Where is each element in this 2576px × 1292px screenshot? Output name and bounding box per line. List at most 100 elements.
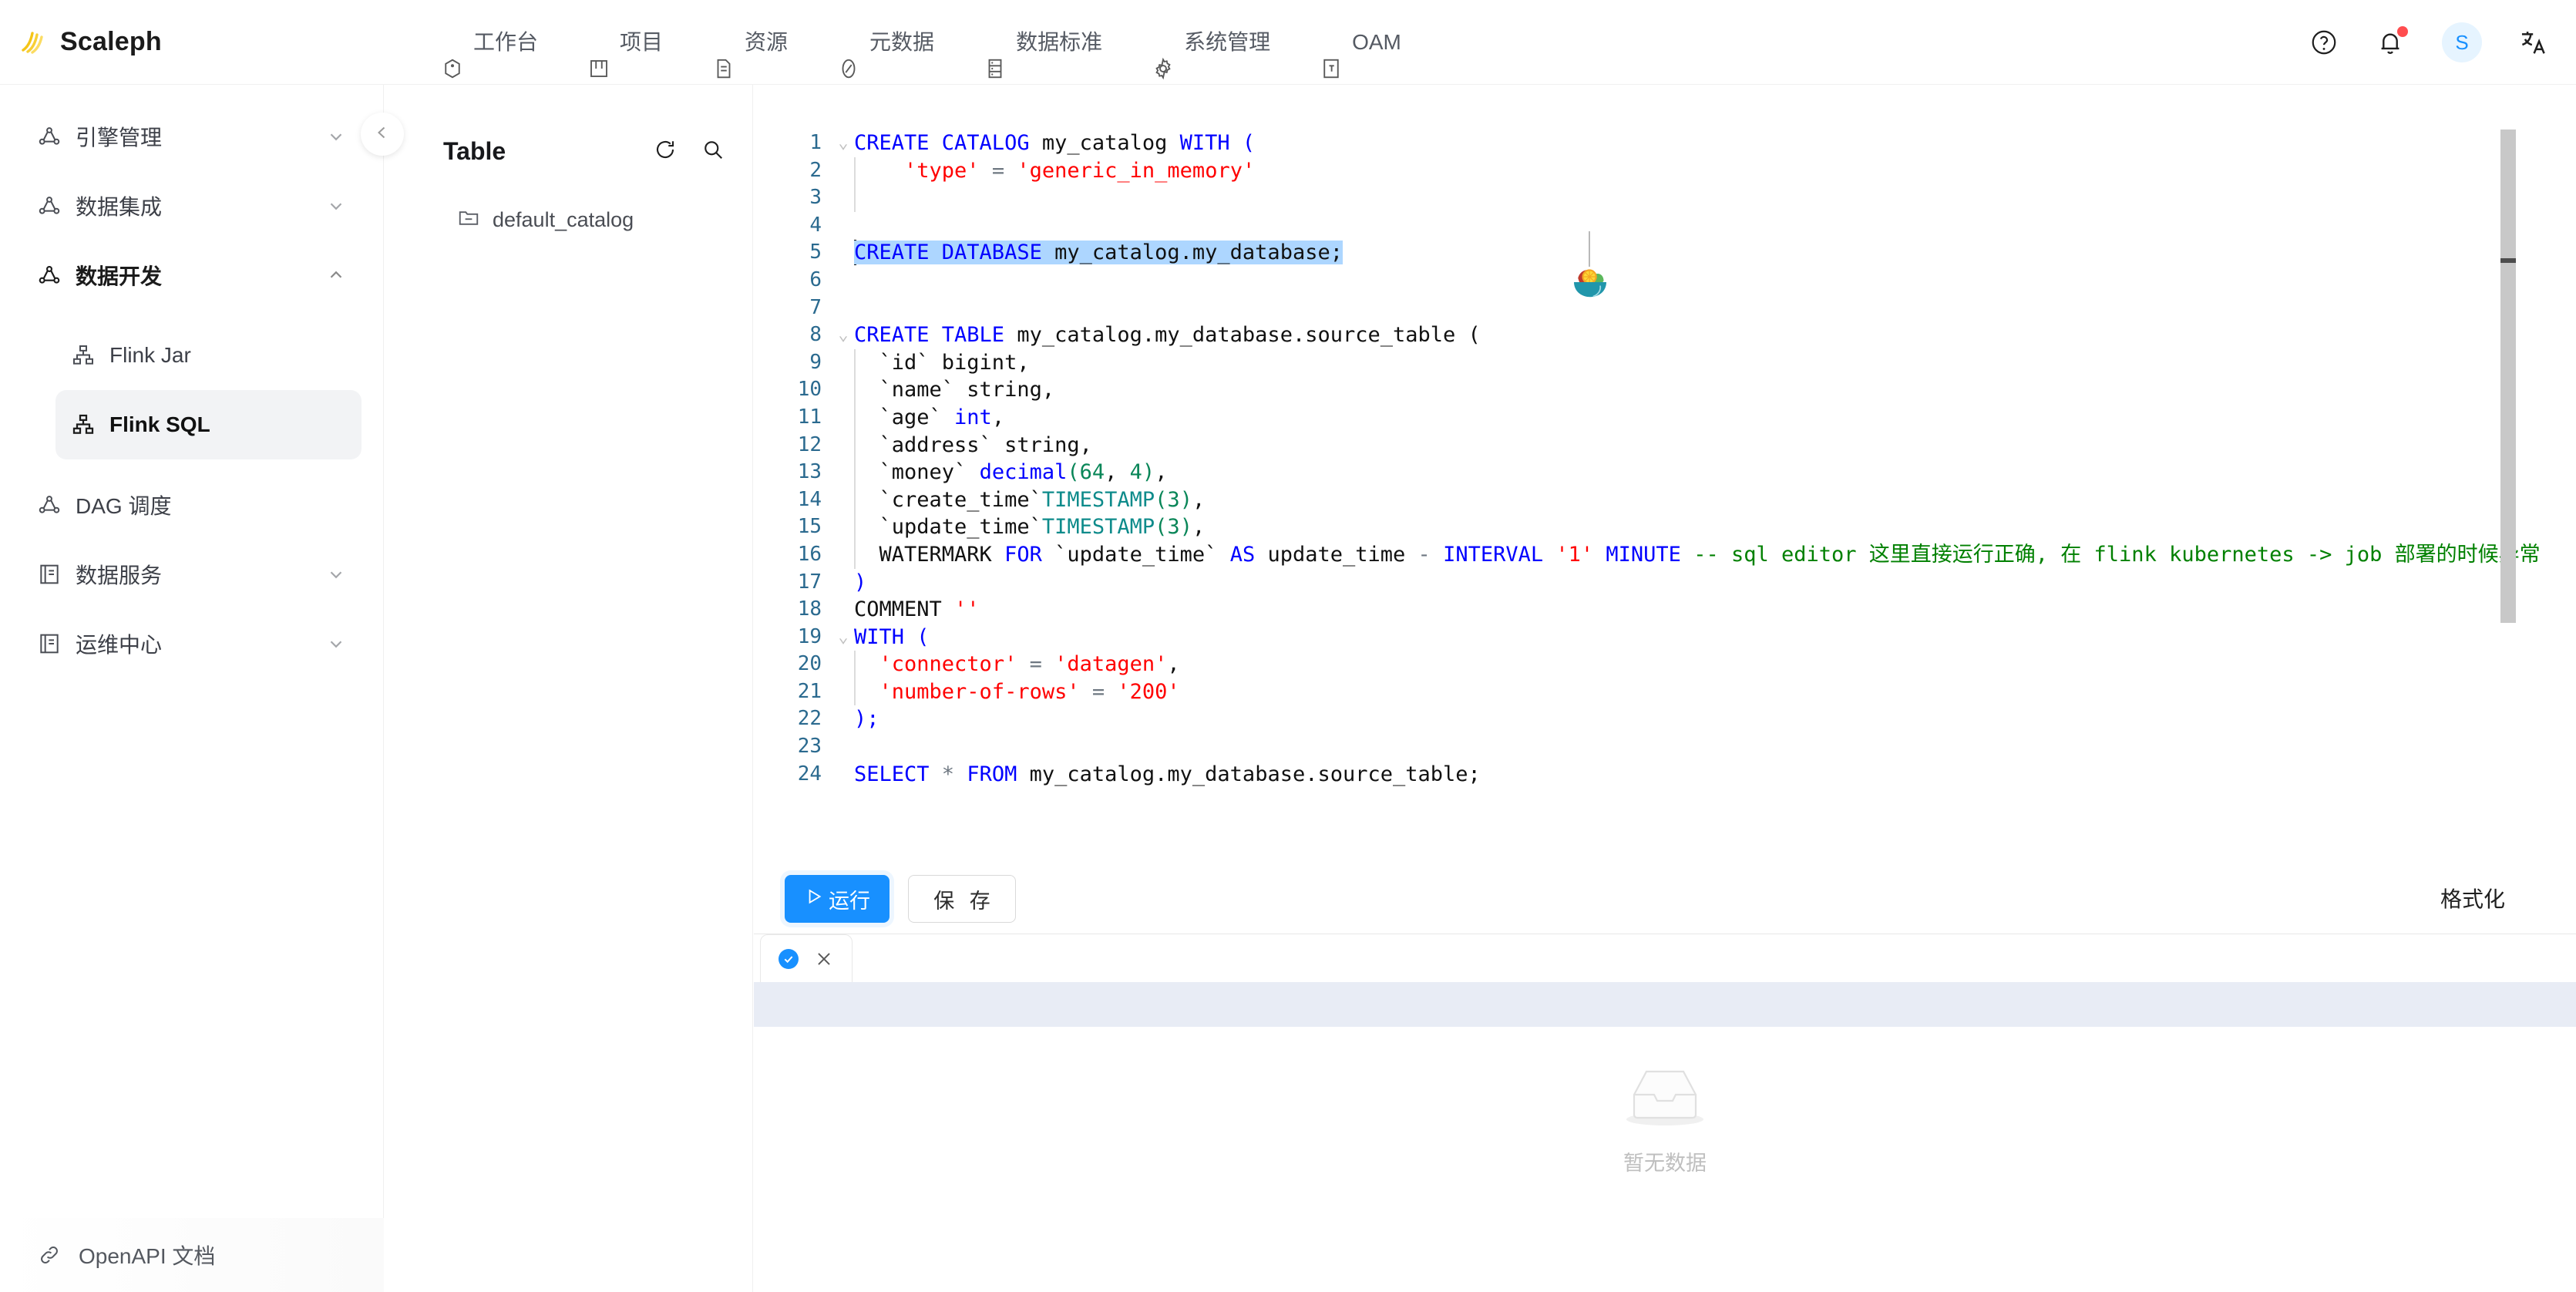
nav-item-project[interactable]: 项目: [563, 0, 688, 85]
editor-vertical-scrollbar[interactable]: [2500, 130, 2516, 623]
code-text[interactable]: SELECT * FROM my_catalog.my_database.sou…: [854, 761, 1481, 789]
code-line[interactable]: 13 `money` decimal(64, 4),: [754, 459, 2576, 486]
nav-item-oam[interactable]: OAM: [1295, 0, 1426, 85]
code-line[interactable]: 8 ⌄ CREATE TABLE my_catalog.my_database.so…: [754, 321, 2576, 349]
sidebar-item-data-integration[interactable]: 数据集成: [22, 171, 362, 241]
code-token: (: [1067, 460, 1080, 485]
code-line[interactable]: 1 ⌄ CREATE CATALOG my_catalog WITH (: [754, 130, 2576, 157]
indent-guide: [854, 184, 856, 212]
code-line[interactable]: 22);: [754, 705, 2576, 733]
code-text[interactable]: WATERMARK FOR `update_time` AS update_ti…: [854, 541, 2541, 569]
code-text[interactable]: CREATE TABLE my_catalog.my_database.sour…: [854, 321, 1481, 349]
close-icon[interactable]: [814, 949, 834, 969]
code-line[interactable]: 21 'number-of-rows' = '200': [754, 678, 2576, 706]
sidebar-item-engine-manage[interactable]: 引擎管理: [22, 102, 362, 171]
line-number: 12: [797, 432, 822, 456]
code-line[interactable]: 6: [754, 267, 2576, 294]
code-token: MINUTE: [1606, 542, 1694, 567]
chevron-left-icon: [373, 123, 392, 146]
code-line[interactable]: 16 WATERMARK FOR `update_time` AS update…: [754, 540, 2576, 569]
code-line[interactable]: 17): [754, 569, 2576, 597]
code-text[interactable]: `name` string,: [854, 376, 1055, 404]
translate-icon[interactable]: [2519, 28, 2548, 57]
code-text[interactable]: WITH (: [854, 624, 930, 651]
avatar[interactable]: S: [2442, 22, 2482, 62]
sidebar-item-flink-jar[interactable]: Flink Jar: [55, 321, 362, 390]
code-token: ,: [1155, 460, 1168, 485]
code-line[interactable]: 9 `id` bigint,: [754, 348, 2576, 377]
code-line[interactable]: 15 `update_time`TIMESTAMP(3),: [754, 513, 2576, 541]
code-text[interactable]: CREATE CATALOG my_catalog WITH (: [854, 130, 1255, 157]
sidebar-footer-openapi[interactable]: OpenAPI 文档: [0, 1218, 384, 1292]
code-token: '1': [1555, 542, 1606, 567]
fold-toggle-icon[interactable]: ⌄: [834, 130, 853, 157]
sidebar-item-flink-sql[interactable]: Flink SQL: [55, 390, 362, 459]
code-text[interactable]: ): [854, 569, 866, 597]
fold-toggle-icon[interactable]: ⌄: [834, 624, 853, 651]
code-line[interactable]: 5 CREATE DATABASE my_catalog.my_database;: [754, 239, 2576, 267]
sidebar: 引擎管理 数据集成 数据开发 Flink Jar Flink SQL DAG 调…: [0, 85, 384, 1292]
notification-badge: [2397, 26, 2408, 37]
result-tab[interactable]: [760, 934, 853, 983]
code-token: =: [979, 158, 1017, 183]
sidebar-item-dag-schedule[interactable]: DAG 调度: [22, 470, 362, 540]
bell-icon[interactable]: [2376, 26, 2408, 57]
code-line[interactable]: 19 ⌄ WITH (: [754, 624, 2576, 651]
code-text[interactable]: 'number-of-rows' = '200': [854, 678, 1180, 706]
code-text[interactable]: 'type' = 'generic_in_memory': [854, 157, 1255, 185]
nav-item-workbench[interactable]: 工作台: [416, 0, 563, 85]
code-text[interactable]: `address` string,: [854, 432, 1092, 459]
code-text[interactable]: `id` bigint,: [854, 349, 1030, 377]
code-line[interactable]: 11 `age` int,: [754, 403, 2576, 432]
code-line[interactable]: 14 `create_time`TIMESTAMP(3),: [754, 486, 2576, 514]
sidebar-collapse-button[interactable]: [361, 113, 404, 156]
line-number: 16: [797, 542, 822, 566]
code-token: `address` string,: [854, 432, 1092, 457]
run-button[interactable]: 运行: [785, 875, 889, 923]
code-text[interactable]: `update_time`TIMESTAMP(3),: [854, 513, 1206, 541]
search-icon[interactable]: [701, 138, 725, 165]
code-token: ,: [991, 405, 1005, 429]
line-number: 19: [797, 624, 822, 648]
nav-item-metadata[interactable]: 元数据: [812, 0, 959, 85]
sidebar-item-label: Flink Jar: [109, 343, 191, 367]
code-token: ,: [1192, 515, 1206, 540]
nav-item-data-standard[interactable]: 数据标准: [959, 0, 1127, 85]
dag-icon: [37, 493, 62, 517]
code-text[interactable]: COMMENT '': [854, 596, 980, 624]
code-line[interactable]: 12 `address` string,: [754, 431, 2576, 459]
code-text[interactable]: CREATE DATABASE my_catalog.my_database;: [854, 239, 1343, 267]
code-line[interactable]: 2 'type' = 'generic_in_memory': [754, 156, 2576, 185]
sidebar-item-ops-center[interactable]: 运维中心: [22, 609, 362, 678]
result-tabs: [754, 934, 2576, 983]
code-line[interactable]: 7: [754, 294, 2576, 322]
code-lines[interactable]: 1 ⌄ CREATE CATALOG my_catalog WITH (2 'typ…: [754, 130, 2576, 788]
save-button[interactable]: 保 存: [908, 875, 1016, 923]
empty-state: 暂无数据: [754, 1027, 2576, 1292]
nav-item-system-manage[interactable]: 系统管理: [1127, 0, 1295, 85]
brand[interactable]: Scaleph: [0, 27, 339, 58]
sql-editor[interactable]: 1 ⌄ CREATE CATALOG my_catalog WITH (2 'typ…: [754, 85, 2576, 913]
help-circle-icon[interactable]: [2309, 28, 2339, 57]
fold-toggle-icon[interactable]: ⌄: [834, 321, 853, 349]
catalog-tree: default_catalog: [385, 166, 752, 242]
format-button[interactable]: 格式化: [2440, 883, 2505, 913]
code-line[interactable]: 10 `name` string,: [754, 376, 2576, 404]
nav-item-resource[interactable]: 资源: [688, 0, 812, 85]
code-text[interactable]: `money` decimal(64, 4),: [854, 459, 1168, 486]
code-line[interactable]: 24 SELECT * FROM my_catalog.my_database.s…: [754, 761, 2576, 789]
sidebar-menu: 引擎管理 数据集成 数据开发 Flink Jar Flink SQL DAG 调…: [0, 85, 383, 678]
code-text[interactable]: 'connector' = 'datagen',: [854, 651, 1180, 678]
code-line[interactable]: 23: [754, 733, 2576, 761]
code-text[interactable]: `age` int,: [854, 404, 1005, 432]
code-line[interactable]: 20 'connector' = 'datagen',: [754, 651, 2576, 678]
refresh-icon[interactable]: [654, 138, 677, 165]
sidebar-item-data-development[interactable]: 数据开发: [22, 241, 362, 310]
code-text[interactable]: );: [854, 705, 879, 733]
code-line[interactable]: 4: [754, 212, 2576, 240]
code-line[interactable]: 18 COMMENT '': [754, 596, 2576, 624]
sidebar-item-data-service[interactable]: 数据服务: [22, 540, 362, 609]
tree-node-default-catalog[interactable]: default_catalog: [385, 198, 752, 242]
code-text[interactable]: `create_time`TIMESTAMP(3),: [854, 486, 1206, 514]
code-line[interactable]: 3: [754, 184, 2576, 212]
